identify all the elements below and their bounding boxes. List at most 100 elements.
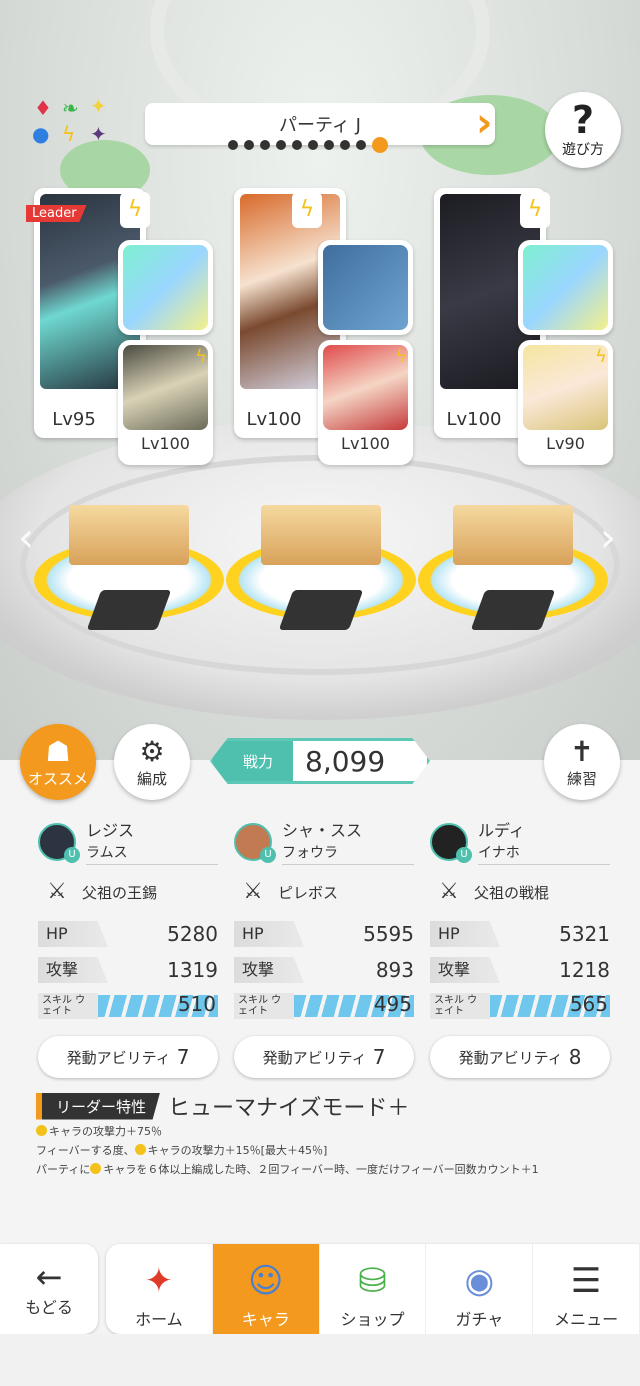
pedestal-block [261,505,381,565]
ability-button[interactable]: 発動アビリティ 7 [38,1036,218,1078]
tab-character[interactable]: ☺ キャラ [212,1244,320,1334]
page-dot[interactable] [356,140,366,150]
skill-wait-value: 565 [569,992,608,1016]
recommend-button[interactable]: ☗ オススメ [20,724,96,800]
skill-wait-row: スキル ウェイト 495 [234,992,414,1020]
shop-icon: ⛁ [358,1261,387,1301]
member-sub-name: イナホ [478,844,520,861]
member-name-row[interactable]: U レジス ラムス [38,818,218,866]
pedestal-tile [278,590,364,630]
party-page-dots [228,137,388,153]
hp-row: HP 5595 [234,920,414,948]
attack-value: 893 [375,958,414,982]
next-party-arrow[interactable]: › [476,103,498,145]
scepter-icon [123,245,208,330]
hp-row: HP 5321 [430,920,610,948]
page-dot[interactable] [276,140,286,150]
pedestal-block [69,505,189,565]
member-stats-2: U シャ・スス フォウラ ⚔ ピレボス HP 5595 攻撃 893 スキル ウ… [234,818,414,1078]
help-label: 遊び方 [562,142,604,158]
page-dot[interactable] [340,140,350,150]
help-button[interactable]: ? 遊び方 [545,92,621,168]
weapon-name: ピレボス [278,883,339,902]
leader-trait[interactable]: リーダー特性 ヒューマナイズモード＋ [36,1090,409,1122]
page-dot[interactable] [260,140,270,150]
hp-label: HP [430,921,500,947]
ability-button[interactable]: 発動アビリティ 8 [430,1036,610,1078]
page-dot[interactable] [324,140,334,150]
weapon-card-1[interactable] [118,240,213,335]
avatar: U [234,823,276,863]
weapon-row[interactable]: ⚔ ピレボス [234,872,414,912]
attack-value: 1319 [167,958,218,982]
ability-label: 発動アビリティ [262,1048,367,1067]
scroll-right-arrow[interactable]: › [600,515,616,561]
practice-button[interactable]: ✝ 練習 [544,724,620,800]
back-button[interactable]: ← もどる [0,1244,98,1334]
weapon-card-2[interactable] [318,240,413,335]
battle-power: 戦力 8,099 [210,738,430,784]
member-name-row[interactable]: U ルディ イナホ [430,818,610,866]
sub-character-level: Lv90 [546,434,585,453]
avatar: U [38,823,80,863]
character-level: Lv95 [52,409,96,430]
unit-icon: U [456,847,472,863]
hp-value: 5280 [167,922,218,946]
member-name: レジス [86,820,135,840]
leader-desc-line: キャラの攻撃力＋75％ [49,1125,162,1138]
back-arrow-icon: ← [35,1258,63,1296]
thunder-gem-icon: ϟ [62,122,76,146]
member-name-row[interactable]: U シャ・スス フォウラ [234,818,414,866]
lightning-icon: ϟ [120,192,150,228]
nav-tabs: ✦ ホーム ☺ キャラ ⛁ ショップ ◉ ガチャ ☰ メニュー [106,1244,640,1334]
weapon-icon: ⚔ [243,879,263,904]
attack-label: 攻撃 [430,957,500,983]
member-stats-3: U ルディ イナホ ⚔ 父祖の戦棍 HP 5321 攻撃 1218 スキル ウェ… [430,818,610,1078]
tab-shop[interactable]: ⛁ ショップ [320,1244,427,1334]
tab-gacha[interactable]: ◉ ガチャ [426,1244,534,1334]
scroll-left-arrow[interactable]: ‹ [18,515,34,561]
leader-desc-line: キャラの攻撃力＋15％[最大＋45％] [147,1144,328,1157]
page-dot[interactable] [292,140,302,150]
page-dot[interactable] [308,140,318,150]
member-name: ルディ [478,820,525,840]
turtle-icon: ☗ [45,734,71,768]
page-dot-active[interactable] [372,137,388,153]
practice-label: 練習 [566,769,597,788]
attack-row: 攻撃 893 [234,956,414,984]
sub-character-card-1[interactable]: ϟ Lv100 [118,340,213,465]
unit-icon: U [260,847,276,863]
page-dot[interactable] [244,140,254,150]
character-level: Lv100 [246,409,302,430]
book-icon [323,245,408,330]
attack-row: 攻撃 1218 [430,956,610,984]
sub-character-card-2[interactable]: ϟ Lv100 [318,340,413,465]
light-gem-icon: ✦ [90,94,107,118]
tab-home[interactable]: ✦ ホーム [106,1244,213,1334]
skill-wait-row: スキル ウェイト 510 [38,992,218,1020]
member-stats-1: U レジス ラムス ⚔ 父祖の王錫 HP 5280 攻撃 1319 スキル ウェ… [38,818,218,1078]
tab-label: キャラ [241,1310,290,1329]
formation-button[interactable]: ⚙ 編成 [114,724,190,800]
ability-button[interactable]: 発動アビリティ 7 [234,1036,414,1078]
weapon-row[interactable]: ⚔ 父祖の戦棍 [430,872,610,912]
attack-label: 攻撃 [38,957,108,983]
pedestal-3 [418,470,608,640]
formation-gear-icon: ⚙ [139,734,165,768]
wind-gem-icon: ❧ [62,96,79,120]
weapon-name: 父祖の王錫 [82,883,158,902]
weapon-name: 父祖の戦棍 [474,883,550,902]
leader-trait-description: キャラの攻撃力＋75％ フィーバーする度、 キャラの攻撃力＋15％[最大＋45％]… [36,1122,539,1179]
member-sub-name: フォウラ [282,844,338,861]
tab-menu[interactable]: ☰ メニュー [533,1244,640,1334]
weapon-row[interactable]: ⚔ 父祖の王錫 [38,872,218,912]
hp-value: 5321 [559,922,610,946]
formation-label: 編成 [136,769,167,788]
hp-row: HP 5280 [38,920,218,948]
member-name: シャ・スス [282,820,363,840]
weapon-card-3[interactable] [518,240,613,335]
skill-wait-row: スキル ウェイト 565 [430,992,610,1020]
sub-character-card-3[interactable]: ϟ Lv90 [518,340,613,465]
page-dot[interactable] [228,140,238,150]
ability-count: 7 [372,1045,386,1069]
